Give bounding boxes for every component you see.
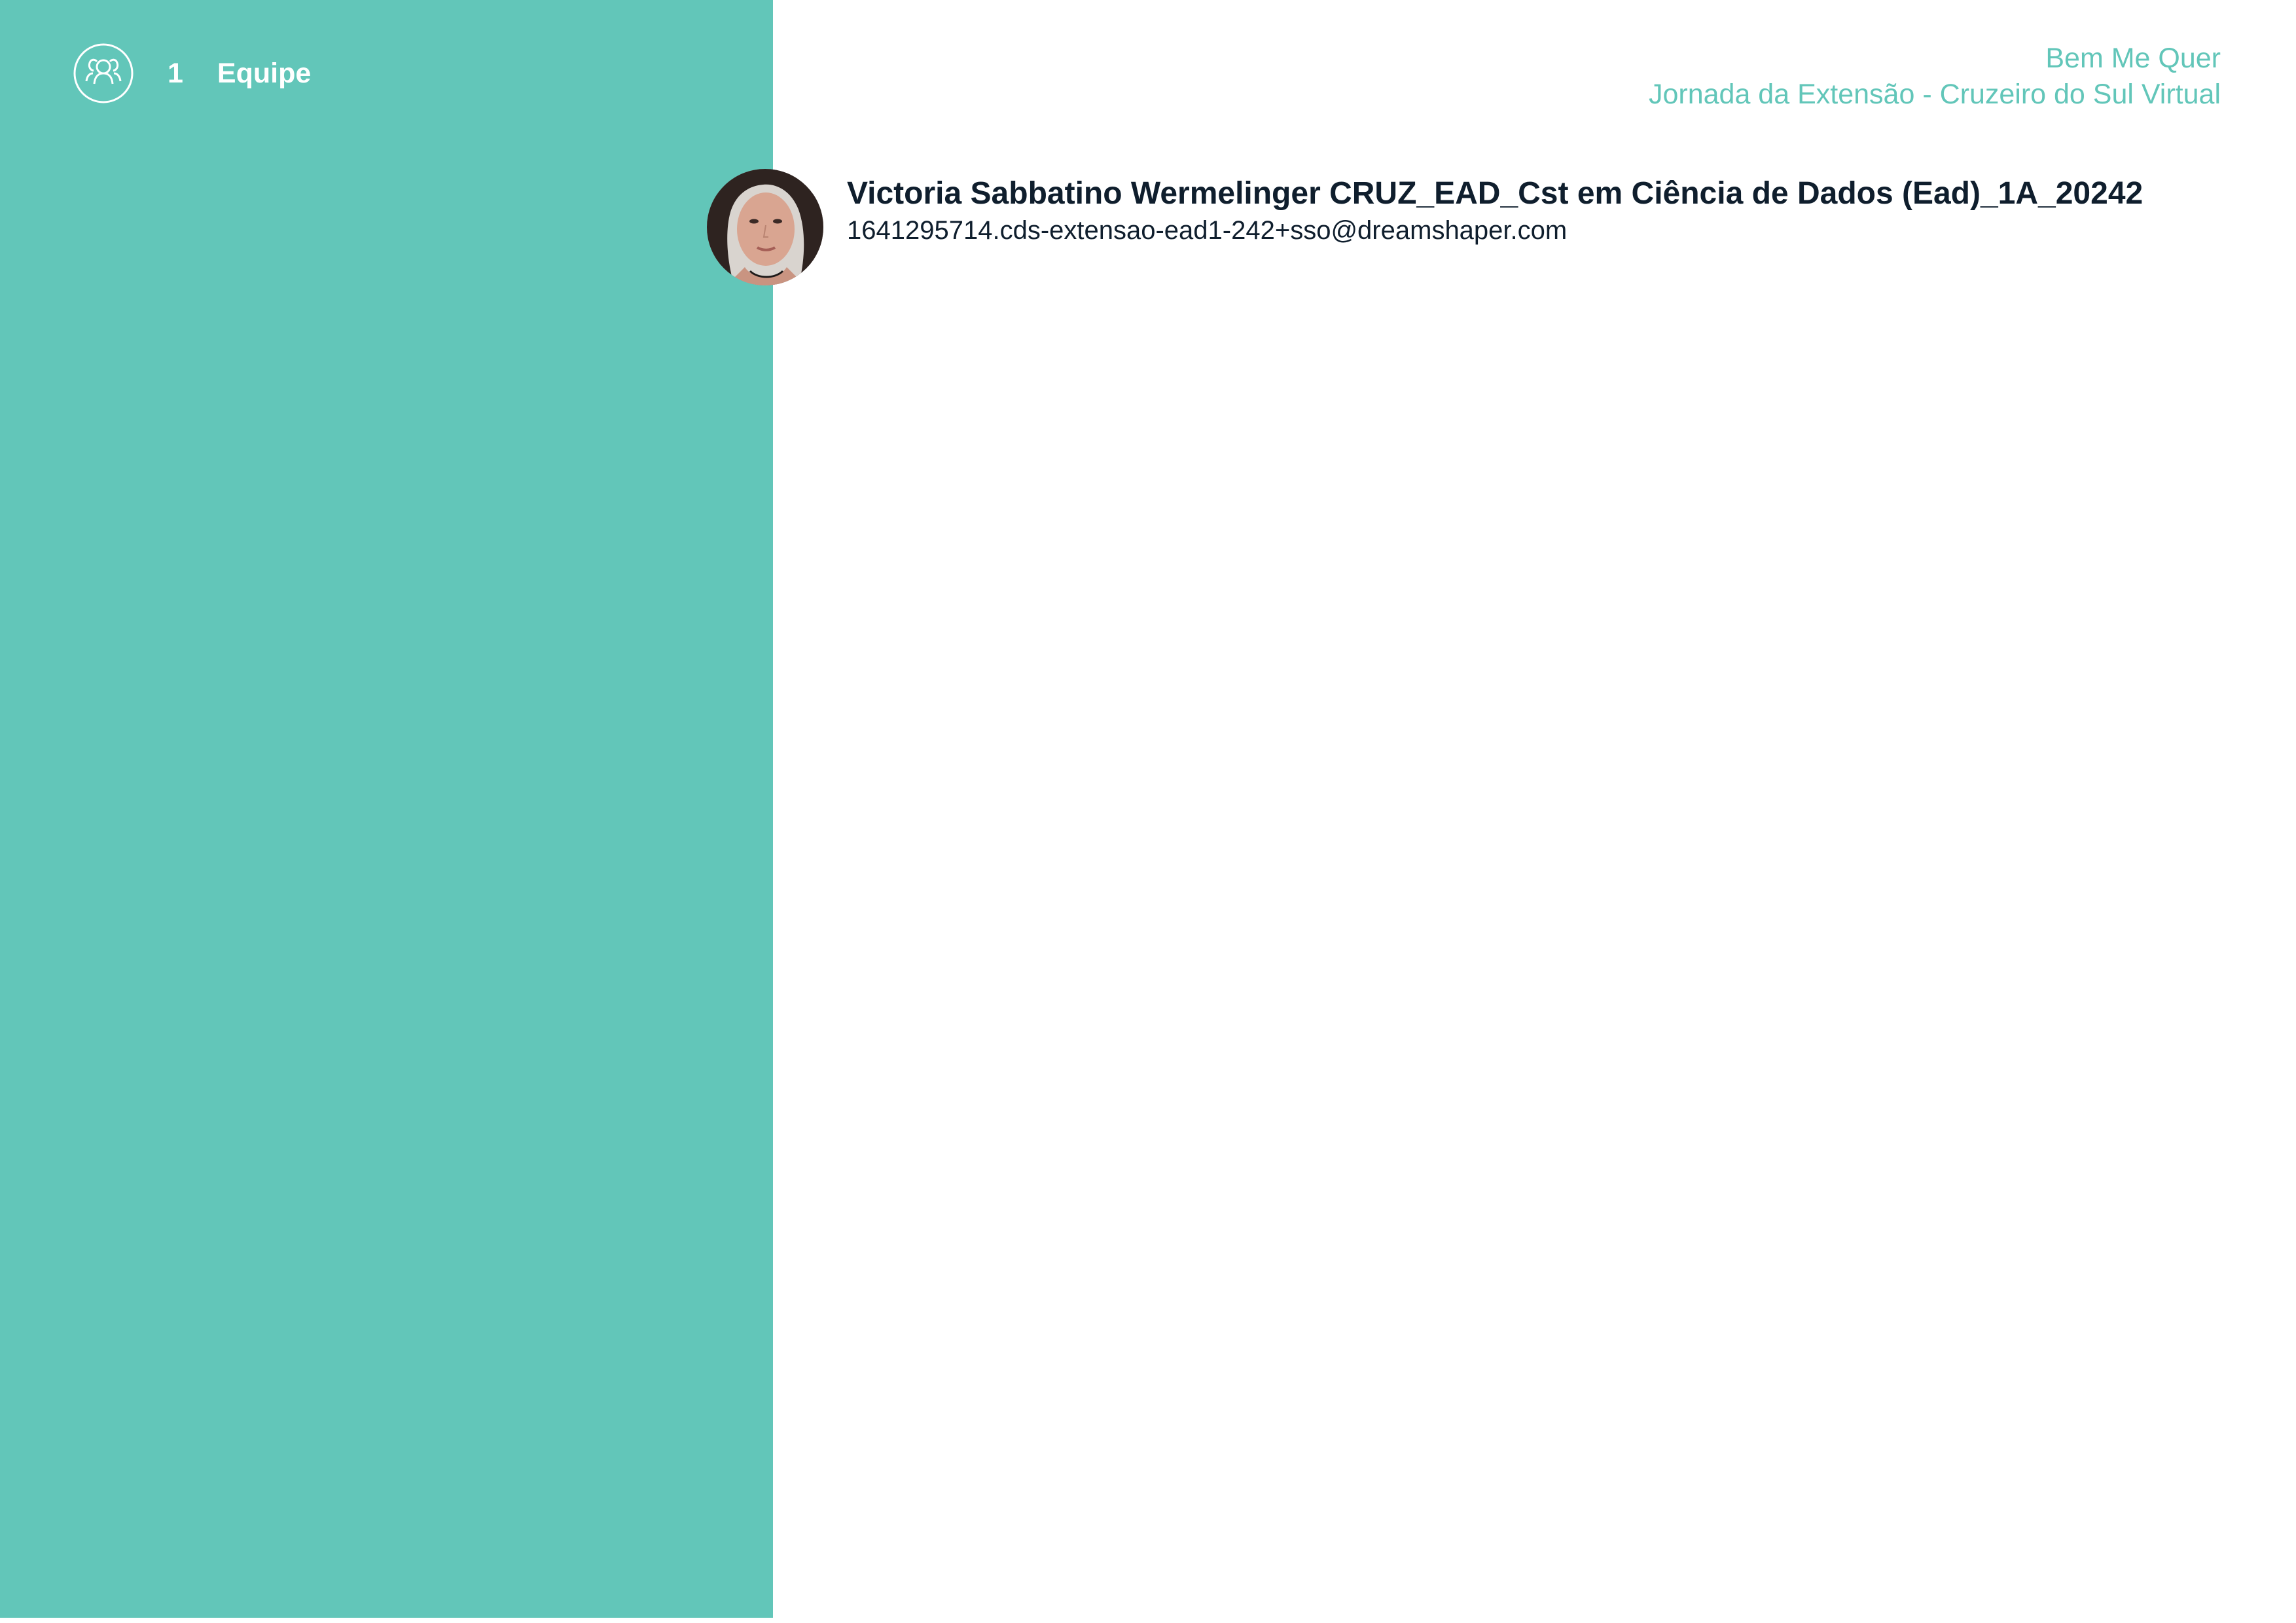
project-info: Bem Me Quer Jornada da Extensão - Cruzei… (1649, 41, 2221, 113)
page: 1 Equipe Bem Me Quer Jornada da Extensão… (0, 0, 2296, 1623)
avatar (707, 169, 823, 285)
section-header: 1 Equipe (73, 42, 311, 105)
section-number: 1 (168, 57, 183, 89)
sidebar-panel: 1 Equipe (0, 0, 773, 1618)
section-title: Equipe (217, 57, 312, 89)
member-details: Victoria Sabbatino Wermelinger CRUZ_EAD_… (847, 169, 2143, 247)
avatar-photo (707, 169, 823, 285)
team-member: Victoria Sabbatino Wermelinger CRUZ_EAD_… (707, 169, 2143, 285)
team-icon (73, 43, 134, 103)
member-name: Victoria Sabbatino Wermelinger CRUZ_EAD_… (847, 176, 2144, 211)
project-name: Bem Me Quer (2045, 43, 2221, 74)
member-email: 1641295714.cds-extensao-ead1-242+sso@dre… (847, 216, 1568, 245)
program-name: Jornada da Extensão - Cruzeiro do Sul Vi… (1648, 79, 2221, 110)
